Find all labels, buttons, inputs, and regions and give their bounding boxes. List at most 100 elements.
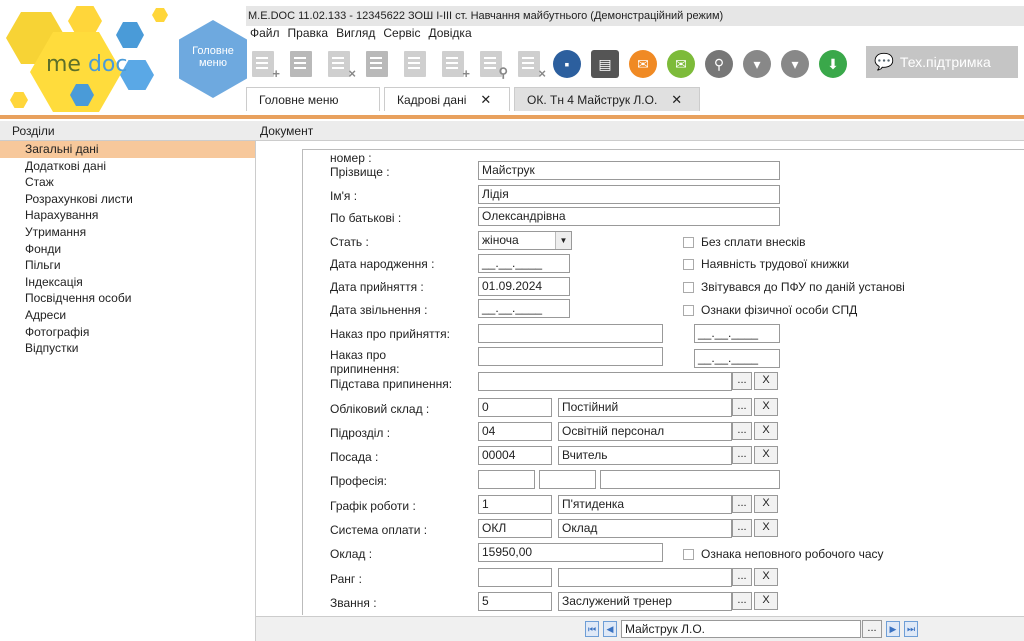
close-icon[interactable]: ✕ bbox=[480, 92, 491, 108]
rank-code-field[interactable] bbox=[478, 568, 552, 587]
schedule-clear-button[interactable]: X bbox=[754, 495, 778, 513]
sidebar-item-experience[interactable]: Стаж bbox=[0, 174, 255, 191]
print-icon[interactable]: ▤ bbox=[588, 47, 622, 81]
position-browse-button[interactable]: ... bbox=[732, 446, 752, 464]
profession-name-field[interactable] bbox=[600, 470, 780, 489]
no-contributions-checkbox[interactable]: Без сплати внесків bbox=[683, 235, 806, 249]
new-document-icon[interactable]: + bbox=[246, 47, 280, 81]
staff-clear-button[interactable]: X bbox=[754, 398, 778, 416]
work-book-checkbox[interactable]: Наявність трудової книжки bbox=[683, 257, 849, 271]
fire-reason-browse-button[interactable]: ... bbox=[732, 372, 752, 390]
checkbox-box[interactable] bbox=[683, 236, 694, 248]
title-code-field[interactable]: 5 bbox=[478, 592, 552, 611]
sidebar-item-accruals[interactable]: Нарахування bbox=[0, 207, 255, 224]
checkbox-box[interactable] bbox=[683, 258, 694, 270]
add-row-icon[interactable]: + bbox=[436, 47, 470, 81]
department-name-field[interactable]: Освітній персонал bbox=[558, 422, 732, 441]
profession-code-field[interactable] bbox=[478, 470, 535, 489]
tab-home-menu[interactable]: Головне меню bbox=[246, 87, 380, 111]
profession-extra-field[interactable] bbox=[539, 470, 596, 489]
next-record-icon[interactable]: ▶ bbox=[886, 621, 900, 637]
dropdown-arrow-icon[interactable]: ▼ bbox=[555, 232, 571, 249]
fire-order-date-field[interactable]: __.__.____ bbox=[694, 349, 780, 368]
staff-browse-button[interactable]: ... bbox=[732, 398, 752, 416]
sidebar-item-addresses[interactable]: Адреси bbox=[0, 307, 255, 324]
last-record-icon[interactable]: ⏭ bbox=[904, 621, 918, 637]
sidebar-item-general[interactable]: Загальні дані bbox=[0, 141, 255, 158]
surname-field[interactable]: Майструк bbox=[478, 161, 780, 180]
sidebar-item-id-documents[interactable]: Посвідчення особи bbox=[0, 290, 255, 307]
department-code-field[interactable]: 04 bbox=[478, 422, 552, 441]
fire-date-field[interactable]: __.__.____ bbox=[478, 299, 570, 318]
tech-support-button[interactable]: 💬 Тех.підтримка bbox=[866, 46, 1018, 78]
schedule-code-field[interactable]: 1 bbox=[478, 495, 552, 514]
checkbox-box[interactable] bbox=[683, 548, 694, 560]
salary-field[interactable]: 15950,00 bbox=[478, 543, 663, 562]
copy-document-icon[interactable] bbox=[360, 47, 394, 81]
save-icon[interactable]: ▪ bbox=[550, 47, 584, 81]
open-document-icon[interactable] bbox=[284, 47, 318, 81]
position-clear-button[interactable]: X bbox=[754, 446, 778, 464]
department-browse-button[interactable]: ... bbox=[732, 422, 752, 440]
title-browse-button[interactable]: ... bbox=[732, 592, 752, 610]
spd-checkbox[interactable]: Ознаки фізичної особи СПД bbox=[683, 303, 857, 317]
menu-help[interactable]: Довідка bbox=[428, 26, 471, 42]
schedule-name-field[interactable]: П'ятиденка bbox=[558, 495, 732, 514]
sidebar-item-photo[interactable]: Фотографія bbox=[0, 324, 255, 341]
hire-order-field[interactable] bbox=[478, 324, 663, 343]
fire-reason-clear-button[interactable]: X bbox=[754, 372, 778, 390]
delete-document-icon[interactable]: × bbox=[322, 47, 356, 81]
remove-row-icon[interactable]: × bbox=[512, 47, 546, 81]
staff-code-field[interactable]: 0 bbox=[478, 398, 552, 417]
send-icon[interactable]: ✉ bbox=[626, 47, 660, 81]
prev-record-icon[interactable]: ◀ bbox=[603, 621, 617, 637]
hire-order-date-field[interactable]: __.__.____ bbox=[694, 324, 780, 343]
rank-name-field[interactable] bbox=[558, 568, 732, 587]
name-field[interactable]: Лідія bbox=[478, 185, 780, 204]
part-time-checkbox[interactable]: Ознака неповного робочого часу bbox=[683, 547, 884, 561]
record-browse-button[interactable]: ... bbox=[862, 620, 882, 638]
sidebar-item-vacations[interactable]: Відпустки bbox=[0, 340, 255, 357]
fire-order-field[interactable] bbox=[478, 347, 663, 366]
hire-date-field[interactable]: 01.09.2024 bbox=[478, 277, 570, 296]
checkbox-box[interactable] bbox=[683, 304, 694, 316]
pfu-reported-checkbox[interactable]: Звітувався до ПФУ по даній установі bbox=[683, 280, 905, 294]
position-name-field[interactable]: Вчитель bbox=[558, 446, 732, 465]
gender-select[interactable]: жіноча ▼ bbox=[478, 231, 572, 250]
export-icon[interactable]: ▾ bbox=[778, 47, 812, 81]
pay-system-code-field[interactable]: ОКЛ bbox=[478, 519, 552, 538]
title-name-field[interactable]: Заслужений тренер bbox=[558, 592, 732, 611]
edit-document-icon[interactable] bbox=[398, 47, 432, 81]
tab-personnel-data[interactable]: Кадрові дані ✕ bbox=[384, 87, 510, 111]
sidebar-item-payslips[interactable]: Розрахункові листи bbox=[0, 191, 255, 208]
import-icon[interactable]: ▾ bbox=[740, 47, 774, 81]
menu-view[interactable]: Вигляд bbox=[336, 26, 375, 42]
sidebar-item-additional[interactable]: Додаткові дані bbox=[0, 158, 255, 175]
sidebar-item-benefits[interactable]: Пільги bbox=[0, 257, 255, 274]
first-record-icon[interactable]: ⏮ bbox=[585, 621, 599, 637]
menu-edit[interactable]: Правка bbox=[288, 26, 329, 42]
menu-file[interactable]: Файл bbox=[250, 26, 280, 42]
sidebar-item-deductions[interactable]: Утримання bbox=[0, 224, 255, 241]
schedule-browse-button[interactable]: ... bbox=[732, 495, 752, 513]
search-document-icon[interactable]: ⚲ bbox=[474, 47, 508, 81]
pay-system-browse-button[interactable]: ... bbox=[732, 519, 752, 537]
sidebar-item-indexation[interactable]: Індексація bbox=[0, 274, 255, 291]
close-icon[interactable]: ✕ bbox=[671, 92, 682, 108]
pay-system-name-field[interactable]: Оклад bbox=[558, 519, 732, 538]
patronymic-field[interactable]: Олександрівна bbox=[478, 207, 780, 226]
birth-date-field[interactable]: __.__.____ bbox=[478, 254, 570, 273]
sidebar-item-funds[interactable]: Фонди bbox=[0, 241, 255, 258]
tab-employee-card[interactable]: ОК. Тн 4 Майструк Л.О. ✕ bbox=[514, 87, 700, 111]
title-clear-button[interactable]: X bbox=[754, 592, 778, 610]
mail-icon[interactable]: ✉ bbox=[664, 47, 698, 81]
rank-clear-button[interactable]: X bbox=[754, 568, 778, 586]
fire-reason-field[interactable] bbox=[478, 372, 732, 391]
current-record-field[interactable]: Майструк Л.О. bbox=[621, 620, 861, 638]
pay-system-clear-button[interactable]: X bbox=[754, 519, 778, 537]
download-icon[interactable]: ⬇ bbox=[816, 47, 850, 81]
checkbox-box[interactable] bbox=[683, 281, 694, 293]
sign-icon[interactable]: ⚲ bbox=[702, 47, 736, 81]
rank-browse-button[interactable]: ... bbox=[732, 568, 752, 586]
menu-service[interactable]: Сервіс bbox=[383, 26, 420, 42]
